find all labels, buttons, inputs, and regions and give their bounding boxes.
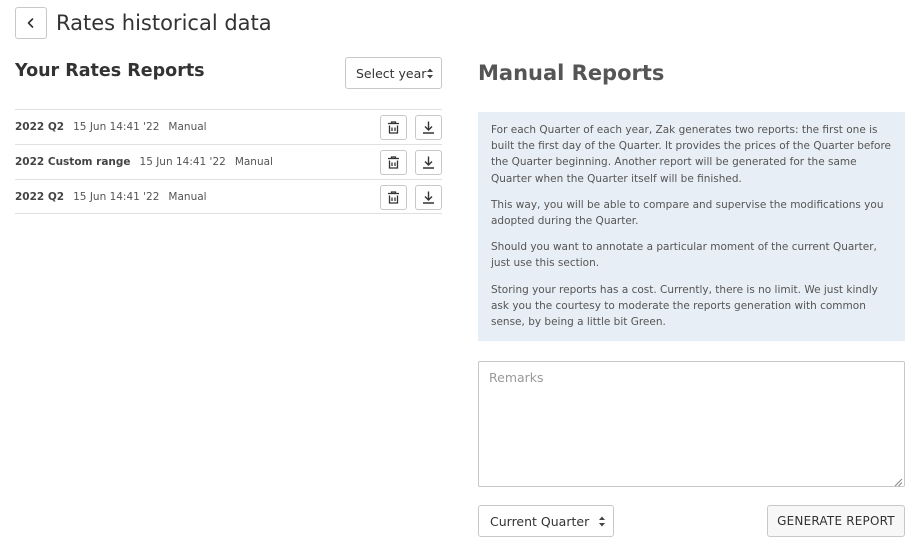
info-paragraph: Should you want to annotate a particular… <box>491 241 877 270</box>
report-row: 2022 Custom range 15 Jun 14:41 '22 Manua… <box>15 144 442 179</box>
info-paragraph: This way, you will be able to compare an… <box>491 198 884 228</box>
rates-reports-panel: Your Rates Reports Select year 2022 Q2 1… <box>15 57 442 214</box>
back-button[interactable] <box>15 7 47 39</box>
report-controls: Current Quarter GENERATE REPORT <box>478 505 905 537</box>
info-paragraph: Storing your reports has a cost. Current… <box>491 283 878 329</box>
manual-reports-panel: Manual Reports For each Quarter of each … <box>478 57 905 537</box>
delete-report-button[interactable] <box>380 185 407 210</box>
download-icon <box>423 191 434 204</box>
report-type: Manual <box>234 156 273 168</box>
download-icon <box>423 121 434 134</box>
resize-grip-icon[interactable] <box>894 478 903 487</box>
report-date: 15 Jun 14:41 '22 <box>139 156 226 168</box>
report-type: Manual <box>168 121 207 133</box>
page-title: Rates historical data <box>56 11 272 35</box>
report-date: 15 Jun 14:41 '22 <box>73 121 160 133</box>
chevron-left-icon <box>27 18 34 28</box>
quarter-select-value: Current Quarter <box>490 513 590 529</box>
download-report-button[interactable] <box>415 150 442 175</box>
rates-reports-header: Your Rates Reports Select year <box>15 57 442 109</box>
trash-icon <box>388 156 399 169</box>
year-select[interactable]: Select year <box>345 57 442 89</box>
report-actions <box>380 185 442 210</box>
trash-icon <box>388 121 399 134</box>
download-report-button[interactable] <box>415 185 442 210</box>
quarter-select[interactable]: Current Quarter <box>478 505 614 537</box>
trash-icon <box>388 191 399 204</box>
report-list: 2022 Q2 15 Jun 14:41 '22 Manual 2022 Cus… <box>15 109 442 214</box>
info-paragraph: For each Quarter of each year, Zak gener… <box>491 124 892 185</box>
report-row: 2022 Q2 15 Jun 14:41 '22 Manual <box>15 179 442 214</box>
report-name: 2022 Custom range <box>15 156 131 168</box>
remarks-textarea[interactable] <box>478 361 905 487</box>
report-name: 2022 Q2 <box>15 121 65 133</box>
report-date: 15 Jun 14:41 '22 <box>73 190 160 203</box>
report-row: 2022 Q2 15 Jun 14:41 '22 Manual <box>15 109 442 144</box>
manual-reports-title: Manual Reports <box>478 61 665 85</box>
delete-report-button[interactable] <box>380 115 407 140</box>
rates-reports-title: Your Rates Reports <box>15 61 205 81</box>
report-actions <box>380 150 442 175</box>
info-box: For each Quarter of each year, Zak gener… <box>478 112 905 342</box>
download-icon <box>423 156 434 169</box>
generate-report-button[interactable]: GENERATE REPORT <box>767 505 905 537</box>
updown-icon <box>599 516 605 527</box>
delete-report-button[interactable] <box>380 150 407 175</box>
download-report-button[interactable] <box>415 115 442 140</box>
report-name: 2022 Q2 <box>15 190 65 203</box>
report-actions <box>380 115 442 140</box>
year-select-value: Select year <box>356 65 427 81</box>
report-type: Manual <box>168 190 207 203</box>
page-header: Rates historical data <box>15 7 272 39</box>
updown-icon <box>427 68 433 79</box>
